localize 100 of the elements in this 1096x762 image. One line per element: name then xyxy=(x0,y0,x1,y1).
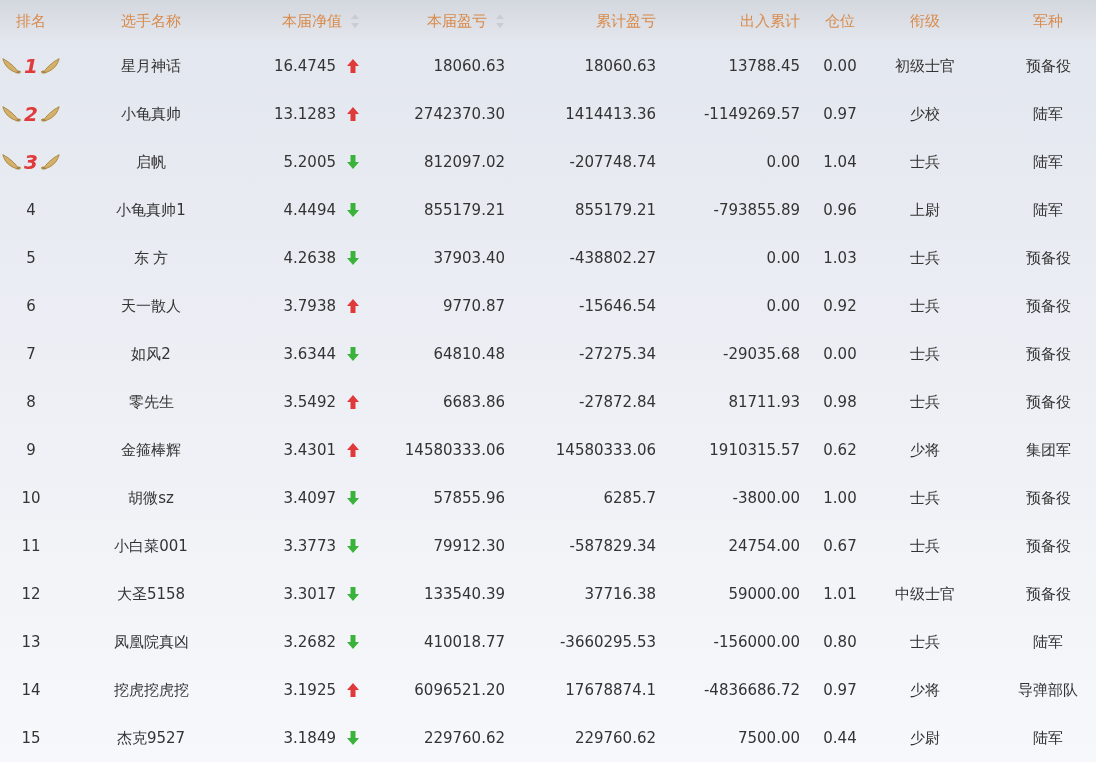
player-name: 启帆 xyxy=(136,151,166,173)
rank-title: 士兵 xyxy=(910,631,940,653)
rank-number: 10 xyxy=(21,487,41,509)
net-transfer: 0.00 xyxy=(766,151,800,173)
net-transfer: 81711.93 xyxy=(728,391,800,413)
position-ratio: 0.44 xyxy=(823,727,857,749)
player-name: 天一散人 xyxy=(121,295,181,317)
service-branch: 陆军 xyxy=(1033,103,1063,125)
position-ratio: 1.01 xyxy=(823,583,857,605)
position-ratio: 0.62 xyxy=(823,439,857,461)
total-profit: -207748.74 xyxy=(569,151,656,173)
rank-title: 少将 xyxy=(910,439,940,461)
season-profit: 6096521.20 xyxy=(414,679,505,701)
net-value: 13.1283 xyxy=(273,103,336,125)
wing-icon xyxy=(1,152,24,172)
net-value: 3.7938 xyxy=(283,295,336,317)
column-header: 仓位 xyxy=(825,10,855,32)
sort-header[interactable]: 本届盈亏 xyxy=(427,9,505,33)
sort-header[interactable]: 本届净值 xyxy=(282,9,360,33)
total-profit: -3660295.53 xyxy=(559,631,656,653)
wing-icon xyxy=(1,104,24,124)
position-ratio: 0.00 xyxy=(823,343,857,365)
net-value: 3.4301 xyxy=(283,439,336,461)
service-branch: 预备役 xyxy=(1025,487,1071,509)
position-ratio: 0.67 xyxy=(823,535,857,557)
rank-title: 士兵 xyxy=(910,151,940,173)
net-value: 3.2682 xyxy=(283,631,336,653)
position-ratio: 0.92 xyxy=(823,295,857,317)
rank-title: 士兵 xyxy=(910,391,940,413)
net-transfer: 7500.00 xyxy=(737,727,800,749)
player-name: 凤凰院真凶 xyxy=(113,631,189,653)
season-profit: 9770.87 xyxy=(442,295,505,317)
rank-number: 2 xyxy=(24,104,38,124)
player-name: 零先生 xyxy=(128,391,174,413)
net-value: 5.2005 xyxy=(283,151,336,173)
position-ratio: 0.97 xyxy=(823,103,857,125)
player-name: 东 方 xyxy=(133,247,169,269)
service-branch: 预备役 xyxy=(1025,247,1071,269)
net-value: 3.3017 xyxy=(283,583,336,605)
column-header: 排名 xyxy=(16,10,46,32)
net-transfer: 24754.00 xyxy=(728,535,800,557)
net-value: 16.4745 xyxy=(273,55,336,77)
position-ratio: 0.98 xyxy=(823,391,857,413)
net-value: 3.6344 xyxy=(283,343,336,365)
season-profit: 133540.39 xyxy=(423,583,505,605)
season-profit: 79912.30 xyxy=(433,535,505,557)
total-profit: 37716.38 xyxy=(584,583,656,605)
rank-number: 11 xyxy=(21,535,41,557)
net-transfer: -3800.00 xyxy=(732,487,800,509)
net-value: 4.4494 xyxy=(283,199,336,221)
rank-title: 士兵 xyxy=(910,247,940,269)
player-name: 金箍棒辉 xyxy=(121,439,181,461)
net-transfer: 0.00 xyxy=(766,295,800,317)
net-transfer: 1910315.57 xyxy=(709,439,800,461)
net-value: 3.5492 xyxy=(283,391,336,413)
rank-number: 7 xyxy=(26,343,36,365)
service-branch: 陆军 xyxy=(1033,727,1063,749)
season-profit: 14580333.06 xyxy=(404,439,505,461)
total-profit: -587829.34 xyxy=(569,535,656,557)
net-value: 3.3773 xyxy=(283,535,336,557)
player-name: 挖虎挖虎挖 xyxy=(113,679,189,701)
rank-title: 初级士官 xyxy=(895,55,955,77)
rank-title: 士兵 xyxy=(910,535,940,557)
total-profit: -27275.34 xyxy=(579,343,656,365)
season-profit: 18060.63 xyxy=(433,55,505,77)
column-header: 出入累计 xyxy=(740,10,800,32)
net-transfer: 59000.00 xyxy=(728,583,800,605)
column-header: 衔级 xyxy=(910,10,940,32)
total-profit: 14580333.06 xyxy=(555,439,656,461)
season-profit: 229760.62 xyxy=(423,727,505,749)
net-transfer: 13788.45 xyxy=(728,55,800,77)
total-profit: 6285.7 xyxy=(603,487,656,509)
net-transfer: -4836686.72 xyxy=(703,679,800,701)
player-name: 如风2 xyxy=(131,343,171,365)
rank-number: 12 xyxy=(21,583,41,605)
rank-number: 4 xyxy=(26,199,36,221)
wing-icon xyxy=(1,56,24,76)
service-branch: 预备役 xyxy=(1025,391,1071,413)
player-name: 小龟真帅 xyxy=(121,103,181,125)
service-branch: 陆军 xyxy=(1033,631,1063,653)
rank-title: 少尉 xyxy=(910,727,940,749)
season-profit: 6683.86 xyxy=(442,391,505,413)
net-transfer: 0.00 xyxy=(766,247,800,269)
net-transfer: -156000.00 xyxy=(713,631,800,653)
rank-number: 3 xyxy=(24,152,38,172)
position-ratio: 1.00 xyxy=(823,487,857,509)
position-ratio: 0.97 xyxy=(823,679,857,701)
total-profit: 17678874.1 xyxy=(565,679,656,701)
rank-title: 少将 xyxy=(910,679,940,701)
wing-icon xyxy=(38,56,61,76)
total-profit: -27872.84 xyxy=(579,391,656,413)
season-profit: 57855.96 xyxy=(433,487,505,509)
player-name: 小龟真帅1 xyxy=(116,199,186,221)
rank-title: 中级士官 xyxy=(895,583,955,605)
service-branch: 预备役 xyxy=(1025,343,1071,365)
position-ratio: 1.03 xyxy=(823,247,857,269)
season-profit: 855179.21 xyxy=(423,199,505,221)
player-name: 杰克9527 xyxy=(116,727,186,749)
wing-icon xyxy=(38,152,61,172)
service-branch: 预备役 xyxy=(1025,295,1071,317)
